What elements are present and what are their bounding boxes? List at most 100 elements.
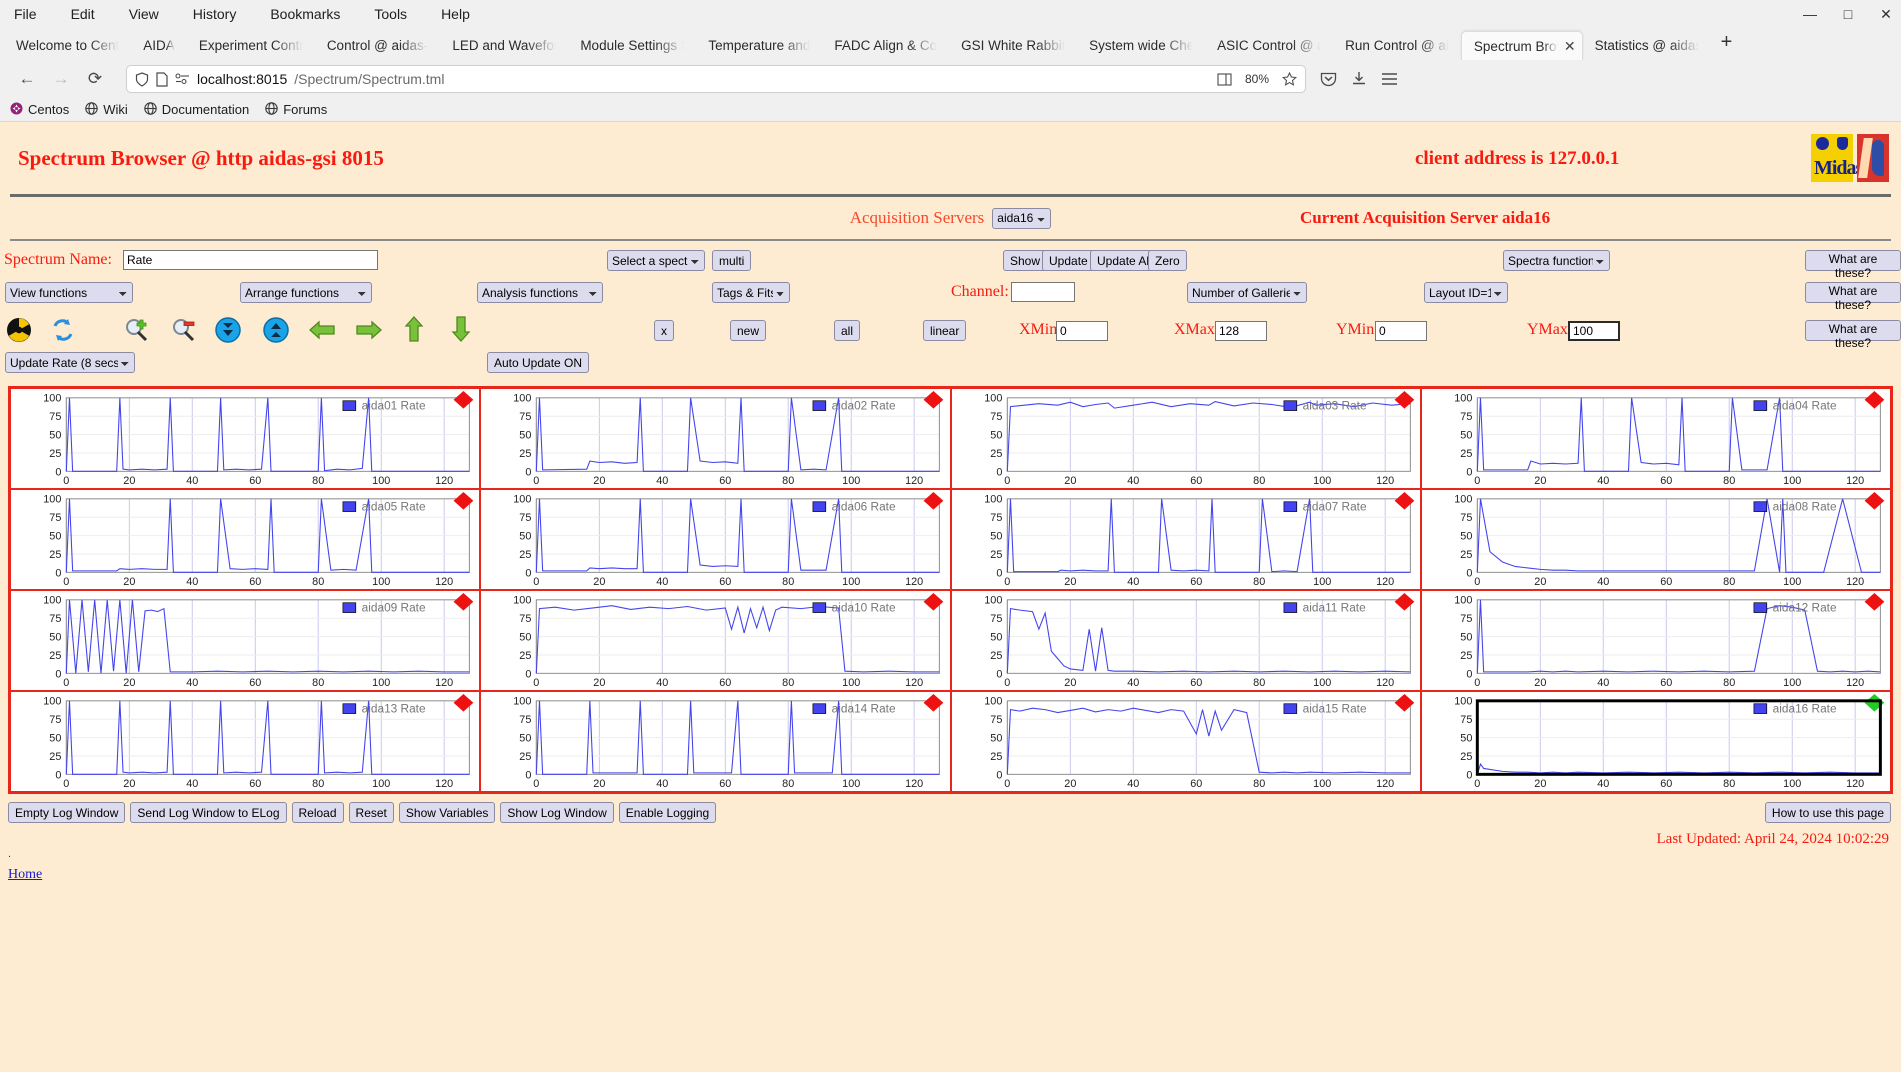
spectrum-panel-6[interactable]: 0255075100020406080100120aida06 Rate [480,489,950,590]
spectrum-panel-1[interactable]: 0255075100020406080100120aida01 Rate [10,388,480,489]
ymin-input[interactable] [1375,321,1427,341]
bookmark-centos[interactable]: Centos [10,102,69,118]
browser-tab-7[interactable]: FADC Align & Co [822,31,949,60]
spectrum-panel-7[interactable]: 0255075100020406080100120aida07 Rate [951,489,1421,590]
menu-file[interactable]: File [8,4,43,24]
linear-button[interactable]: linear [923,320,966,341]
arrow-left-icon[interactable] [309,319,335,345]
multi-button[interactable]: multi [712,250,751,271]
channel-input[interactable] [1011,282,1075,302]
menu-view[interactable]: View [123,4,165,24]
spectrum-panel-10[interactable]: 0255075100020406080100120aida10 Rate [480,590,950,691]
new-button[interactable]: new [730,320,766,341]
radiation-icon[interactable] [6,317,32,343]
zoom-in-icon[interactable] [123,317,149,343]
downloads-icon[interactable] [1351,71,1367,87]
reload-button[interactable]: Reload [292,802,344,823]
browser-tab-2[interactable]: Experiment Contr [187,31,315,60]
collapse-icon[interactable] [215,317,241,343]
spectrum-panel-15[interactable]: 0255075100020406080100120aida15 Rate [951,691,1421,792]
spectrum-panel-2[interactable]: 0255075100020406080100120aida02 Rate [480,388,950,489]
ymax-input[interactable] [1568,321,1620,341]
what-are-these-button-1[interactable]: What are these? [1805,250,1901,271]
what-are-these-button-3[interactable]: What are these? [1805,320,1901,341]
spectrum-panel-12[interactable]: 0255075100020406080100120aida12 Rate [1421,590,1891,691]
how-to-use-this-page-button[interactable]: How to use this page [1765,802,1891,823]
new-tab-button[interactable]: + [1711,32,1743,56]
empty-log-window-button[interactable]: Empty Log Window [8,802,125,823]
pocket-icon[interactable] [1320,71,1337,87]
minimize-icon[interactable]: — [1801,6,1819,22]
arrow-right-icon[interactable] [356,319,382,345]
browser-tab-0[interactable]: Welcome to Cent [4,31,131,60]
bookmark-star-icon[interactable] [1282,72,1297,86]
browser-tab-6[interactable]: Temperature and [696,31,822,60]
view-functions-dropdown[interactable]: View functions [5,282,133,303]
close-icon[interactable]: ✕ [1877,6,1895,23]
bookmark-wiki[interactable]: Wiki [85,102,128,118]
browser-tab-12[interactable]: Spectrum Brow✕ [1461,31,1583,60]
update-button[interactable]: Update [1042,250,1095,271]
spectrum-panel-3[interactable]: 0255075100020406080100120aida03 Rate [951,388,1421,489]
menu-hamburger-icon[interactable] [1381,72,1398,86]
spectrum-panel-16[interactable]: 0255075100020406080100120aida16 Rate [1421,691,1891,792]
tags-fits-dropdown[interactable]: Tags & Fits [712,282,790,303]
spectrum-panel-14[interactable]: 0255075100020406080100120aida14 Rate [480,691,950,792]
xmax-input[interactable] [1215,321,1267,341]
acquisition-server-select[interactable]: aida16 [992,208,1051,229]
show-log-window-button[interactable]: Show Log Window [500,802,613,823]
expand-icon[interactable] [263,317,289,343]
spectrum-panel-5[interactable]: 0255075100020406080100120aida05 Rate [10,489,480,590]
browser-tab-9[interactable]: System wide Che [1077,31,1205,60]
show-button[interactable]: Show [1003,250,1047,271]
browser-tab-10[interactable]: ASIC Control @ a [1205,31,1333,60]
xmin-input[interactable] [1056,321,1108,341]
browser-tab-3[interactable]: Control @ aidas- [315,31,441,60]
permissions-icon[interactable] [175,73,190,85]
spectrum-panel-8[interactable]: 0255075100020406080100120aida08 Rate [1421,489,1891,590]
arrange-functions-dropdown[interactable]: Arrange functions [240,282,372,303]
arrow-down-icon[interactable] [450,316,476,342]
home-link[interactable]: Home [8,867,42,882]
spectrum-panel-4[interactable]: 0255075100020406080100120aida04 Rate [1421,388,1891,489]
x-button[interactable]: x [654,320,674,341]
number-of-galleries-dropdown[interactable]: Number of Galleries [1187,282,1307,303]
browser-tab-8[interactable]: GSI White Rabbit [949,31,1077,60]
what-are-these-button-2[interactable]: What are these? [1805,282,1901,303]
zoom-out-icon[interactable] [170,317,196,343]
refresh-icon[interactable] [50,317,76,343]
tab-close-icon[interactable]: ✕ [1564,38,1576,55]
spectrum-panel-13[interactable]: 0255075100020406080100120aida13 Rate [10,691,480,792]
address-bar[interactable]: localhost:8015/Spectrum/Spectrum.tml 80% [126,65,1306,93]
menu-bookmarks[interactable]: Bookmarks [264,4,346,24]
select-spectrum-dropdown[interactable]: Select a spectrum [607,250,705,271]
bookmark-documentation[interactable]: Documentation [144,102,249,118]
menu-edit[interactable]: Edit [65,4,101,24]
reload-icon[interactable]: ⟳ [78,64,112,94]
layout-id-dropdown[interactable]: Layout ID=1 [1424,282,1508,303]
analysis-functions-dropdown[interactable]: Analysis functions [477,282,603,303]
zoom-level[interactable]: 80% [1239,71,1275,87]
menu-tools[interactable]: Tools [368,4,413,24]
browser-tab-4[interactable]: LED and Wavefor [440,31,568,60]
update-rate-dropdown[interactable]: Update Rate (8 secs) [5,352,135,373]
auto-update-button[interactable]: Auto Update ON [487,352,589,373]
send-log-to-elog-button[interactable]: Send Log Window to ELog [130,802,286,823]
browser-tab-13[interactable]: Statistics @ aidas [1583,31,1711,60]
bookmark-forums[interactable]: Forums [265,102,327,118]
show-variables-button[interactable]: Show Variables [399,802,496,823]
back-icon[interactable]: ← [10,64,44,94]
forward-icon[interactable]: → [44,64,78,94]
zero-button[interactable]: Zero [1148,250,1187,271]
enable-logging-button[interactable]: Enable Logging [619,802,716,823]
maximize-icon[interactable]: □ [1839,6,1857,22]
spectrum-panel-11[interactable]: 0255075100020406080100120aida11 Rate [951,590,1421,691]
spectra-functions-dropdown[interactable]: Spectra functions [1503,250,1610,271]
spectrum-name-input[interactable] [123,250,378,270]
arrow-up-icon[interactable] [403,316,429,342]
browser-tab-5[interactable]: Module Settings S [568,31,696,60]
spectrum-panel-9[interactable]: 0255075100020406080100120aida09 Rate [10,590,480,691]
browser-tab-11[interactable]: Run Control @ ai [1333,31,1461,60]
reader-mode-icon[interactable] [1217,73,1232,86]
reset-button[interactable]: Reset [349,802,394,823]
